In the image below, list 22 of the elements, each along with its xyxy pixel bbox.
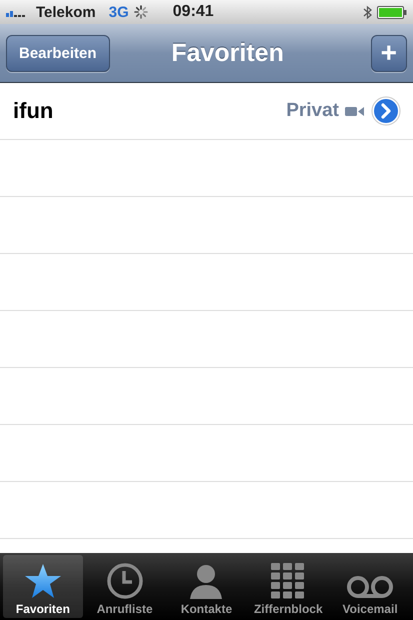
- activity-spinner-icon: [134, 5, 148, 19]
- person-silhouette-icon: [188, 563, 224, 599]
- star-icon: [24, 563, 62, 599]
- screen-title: Favoriten: [171, 38, 284, 68]
- clock-time: 09:41: [172, 3, 214, 21]
- clock-icon: [106, 563, 143, 599]
- disclosure-button-icon[interactable]: [371, 96, 401, 126]
- battery-icon: [377, 6, 407, 18]
- bluetooth-icon: [363, 4, 372, 20]
- tab-bar-item[interactable]: Favoriten: [3, 555, 83, 618]
- edit-button[interactable]: Bearbeiten: [6, 34, 110, 72]
- contact-name[interactable]: ifun: [13, 98, 280, 124]
- tab-bar-item[interactable]: Ziffernblock: [248, 555, 328, 618]
- tab-bar-item[interactable]: Voicemail: [330, 555, 410, 618]
- carrier-name: Telekom: [36, 4, 96, 20]
- add-button[interactable]: +: [370, 34, 407, 72]
- voicemail-icon: [346, 575, 394, 599]
- tab-bar-item[interactable]: Kontakte: [166, 555, 246, 618]
- keypad-icon: [271, 563, 306, 599]
- tab-bar-item[interactable]: Anrufliste: [84, 555, 165, 618]
- phone-label: Privat: [286, 100, 339, 122]
- network-type: 3G: [108, 4, 129, 20]
